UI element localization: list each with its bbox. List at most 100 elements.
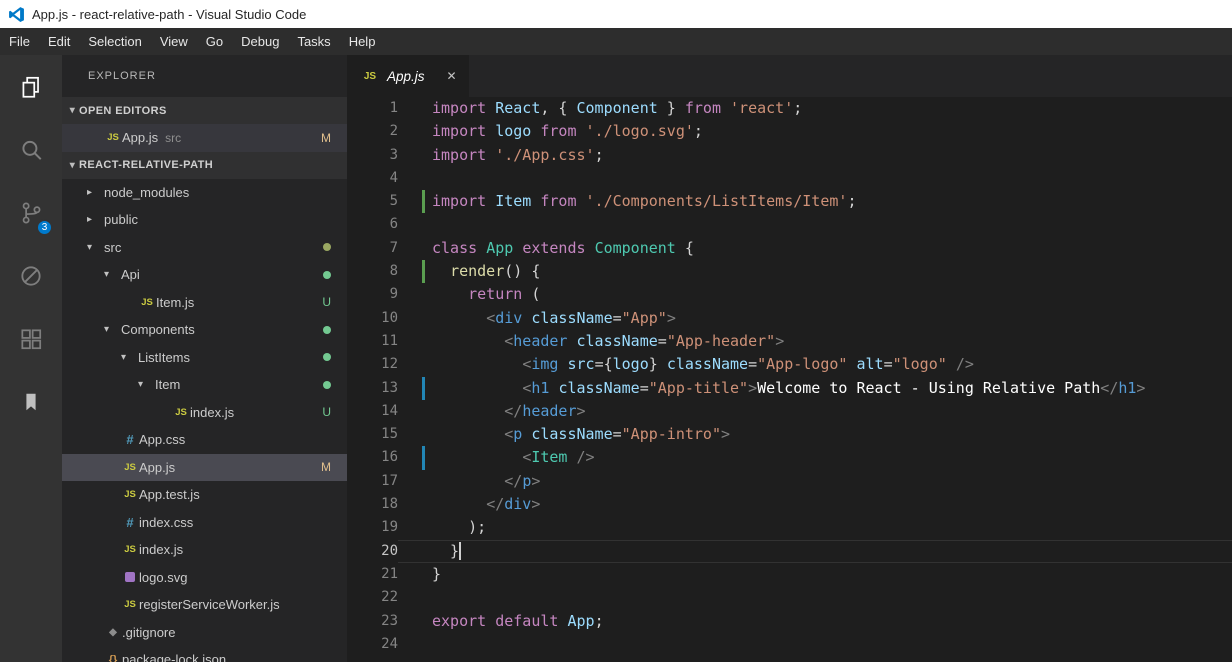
code-line[interactable]: 23 export default App; (347, 610, 1232, 633)
git-status-badge: U (322, 405, 331, 420)
folder-api[interactable]: ▾ Api (62, 261, 347, 289)
menu-file[interactable]: File (0, 28, 39, 55)
file-package-lock.json[interactable]: {} package-lock.json (62, 646, 347, 662)
code-line[interactable]: 13 <h1 className="App-title">Welcome to … (347, 376, 1232, 400)
line-body: <p className="App-intro"> (398, 423, 1232, 446)
item-label: Item.js (156, 294, 195, 310)
menu-help[interactable]: Help (340, 28, 385, 55)
folder-node-modules[interactable]: ▸ node_modules (62, 179, 347, 207)
menu-selection[interactable]: Selection (79, 28, 150, 55)
code-line[interactable]: 18 </div> (347, 493, 1232, 516)
code-line[interactable]: 6 (347, 213, 1232, 236)
line-body: </p> (398, 470, 1232, 493)
debug-icon[interactable] (14, 260, 48, 292)
code-line[interactable]: 8 render() { (347, 260, 1232, 284)
code-line[interactable]: 7 class App extends Component { (347, 237, 1232, 260)
chevron-icon[interactable]: ▸ (87, 214, 104, 225)
code-line[interactable]: 5 import Item from './Components/ListItem… (347, 190, 1232, 214)
git-gutter-indicator (422, 446, 425, 470)
code-line[interactable]: 21} (347, 563, 1232, 586)
code-line[interactable]: 20 } (347, 539, 1232, 563)
code-line[interactable]: 10 <div className="App"> (347, 307, 1232, 330)
tab-appjs[interactable]: JS App.js ✕ (347, 55, 469, 97)
code-line[interactable]: 3 import './App.css'; (347, 144, 1232, 167)
folder-src[interactable]: ▾ src (62, 234, 347, 262)
folder-public[interactable]: ▸ public (62, 206, 347, 234)
folder-item[interactable]: ▾ Item (62, 371, 347, 399)
section-react-relative-path[interactable]: ▾ REACT-RELATIVE-PATH (62, 151, 347, 179)
chevron-icon[interactable]: ▸ (87, 187, 104, 198)
code-line[interactable]: 4 (347, 167, 1232, 190)
menu-edit[interactable]: Edit (39, 28, 79, 55)
chevron-icon[interactable]: ▾ (138, 379, 155, 390)
line-number: 2 (389, 123, 398, 140)
folder-listitems[interactable]: ▾ ListItems (62, 344, 347, 372)
line-number: 14 (381, 402, 398, 419)
line-number: 15 (381, 426, 398, 443)
line-text: import Item from './Components/ListItems… (432, 192, 857, 211)
code-line[interactable]: 9 return ( (347, 283, 1232, 306)
code-line[interactable]: 1 import React, { Component } from 'react… (347, 97, 1232, 120)
code-line[interactable]: 24 (347, 633, 1232, 656)
folder-components[interactable]: ▾ Components (62, 316, 347, 344)
item-label: registerServiceWorker.js (139, 597, 280, 613)
search-icon[interactable] (14, 134, 48, 166)
file-logo.svg[interactable]: logo.svg (62, 564, 347, 592)
code-line[interactable]: 16 <Item /> (347, 446, 1232, 470)
line-text: <img src={logo} className="App-logo" alt… (522, 355, 974, 374)
source-control-icon[interactable]: 3 (14, 197, 53, 236)
line-body: <Item /> (398, 446, 1232, 470)
chevron-icon[interactable]: ▾ (87, 242, 104, 253)
extensions-icon[interactable] (14, 323, 48, 355)
code-line[interactable]: 17 </p> (347, 470, 1232, 493)
menu-view[interactable]: View (151, 28, 197, 55)
css-file-icon: # (126, 514, 134, 530)
line-body (398, 586, 1232, 609)
code-line[interactable]: 19 ); (347, 516, 1232, 539)
item-label: package-lock.json (122, 652, 227, 662)
file-app.test.js[interactable]: JS App.test.js (62, 481, 347, 509)
file-index.css[interactable]: # index.css (62, 509, 347, 537)
bookmarks-icon[interactable] (14, 386, 48, 418)
line-body: <h1 className="App-title">Welcome to Rea… (398, 376, 1232, 400)
code-line[interactable]: 12 <img src={logo} className="App-logo" … (347, 353, 1232, 376)
file-app.js[interactable]: JS App.js src M (62, 124, 347, 152)
line-text: } (432, 564, 442, 583)
item-label: node_modules (104, 184, 190, 200)
tab-label: App.js (387, 68, 425, 84)
code-line[interactable]: 15 <p className="App-intro"> (347, 423, 1232, 446)
menu-go[interactable]: Go (197, 28, 232, 55)
code-area[interactable]: 1 import React, { Component } from 'react… (347, 97, 1232, 662)
window-title: App.js - react-relative-path - Visual St… (32, 6, 307, 22)
file-index.js[interactable]: JS index.js (62, 536, 347, 564)
file-.gitignore[interactable]: ◆ .gitignore (62, 619, 347, 647)
line-text: <p className="App-intro"> (504, 425, 731, 444)
file-app.js[interactable]: JS App.js M (62, 453, 347, 481)
git-file-icon: ◆ (109, 626, 117, 638)
file-index.js[interactable]: JS index.js U (62, 399, 347, 427)
section-open-editors[interactable]: ▾ OPEN EDITORS (62, 97, 347, 124)
code-line[interactable]: 11 <header className="App-header"> (347, 330, 1232, 353)
menu-debug[interactable]: Debug (232, 28, 288, 55)
file-registerserviceworker.js[interactable]: JS registerServiceWorker.js (62, 591, 347, 619)
file-item.js[interactable]: JS Item.js U (62, 289, 347, 317)
explorer-icon[interactable] (14, 71, 48, 103)
file-app.css[interactable]: # App.css (62, 426, 347, 454)
line-text: <div className="App"> (486, 308, 676, 327)
section-chevron-icon: ▾ (69, 105, 76, 116)
chevron-icon[interactable]: ▾ (121, 352, 138, 363)
menu-tasks[interactable]: Tasks (288, 28, 339, 55)
chevron-icon[interactable]: ▾ (104, 324, 121, 335)
close-tab-icon[interactable]: ✕ (447, 69, 457, 83)
code-line[interactable]: 2 import logo from './logo.svg'; (347, 120, 1232, 143)
git-change-dot (323, 243, 331, 252)
line-text: return ( (468, 285, 541, 304)
chevron-icon[interactable]: ▾ (104, 269, 121, 280)
code-line[interactable]: 22 (347, 586, 1232, 609)
editor-area: JS App.js ✕ 1 import React, { Component }… (347, 55, 1232, 662)
line-text: ); (432, 518, 487, 537)
git-change-dot (323, 353, 331, 362)
code-line[interactable]: 14 </header> (347, 400, 1232, 423)
line-number: 1 (389, 100, 398, 116)
line-number: 23 (381, 612, 398, 629)
